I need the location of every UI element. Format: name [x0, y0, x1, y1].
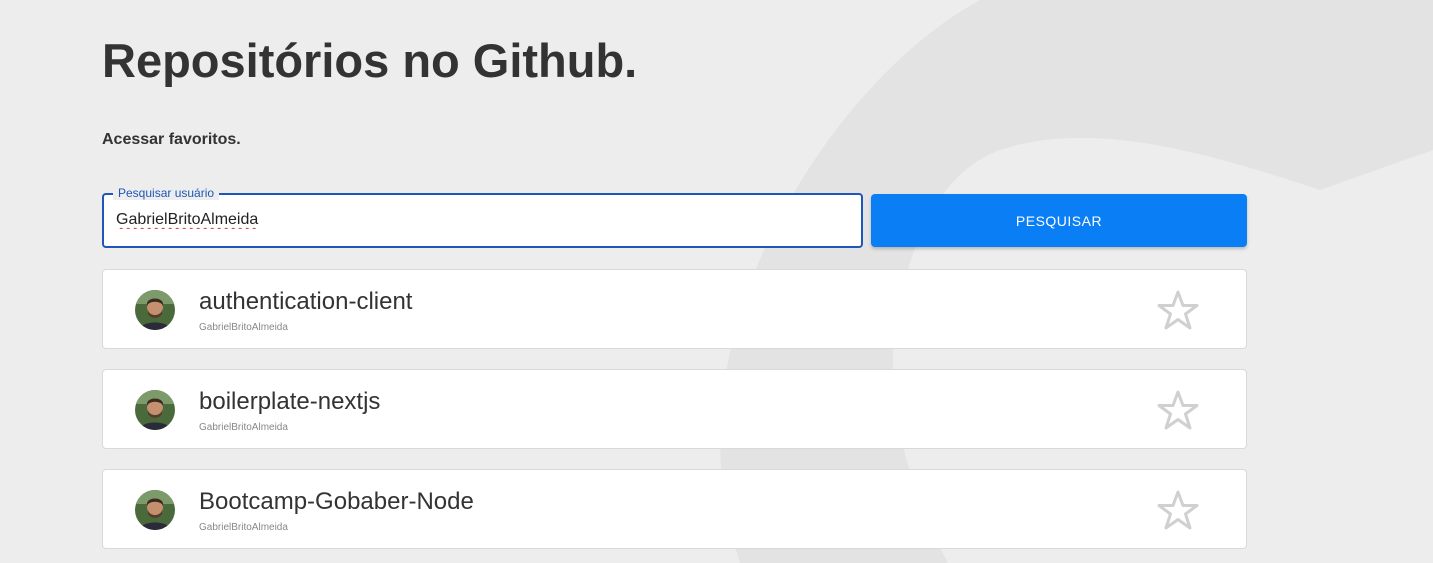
repo-name[interactable]: authentication-client	[199, 288, 412, 316]
repo-name[interactable]: boilerplate-nextjs	[199, 388, 380, 416]
repo-card[interactable]: Bootcamp-Gobaber-Node GabrielBritoAlmeid…	[102, 469, 1247, 549]
repo-name[interactable]: Bootcamp-Gobaber-Node	[199, 488, 474, 516]
favorites-link[interactable]: Acessar favoritos.	[102, 131, 241, 149]
search-input[interactable]	[116, 208, 836, 232]
star-outline-icon[interactable]	[1157, 489, 1199, 531]
star-outline-icon[interactable]	[1157, 289, 1199, 331]
avatar	[135, 390, 175, 430]
page-title: Repositórios no Github.	[102, 34, 638, 87]
avatar	[135, 490, 175, 530]
star-outline-icon[interactable]	[1157, 389, 1199, 431]
repo-card[interactable]: authentication-client GabrielBritoAlmeid…	[102, 269, 1247, 349]
avatar	[135, 290, 175, 330]
repo-owner: GabrielBritoAlmeida	[199, 522, 288, 533]
repo-owner: GabrielBritoAlmeida	[199, 422, 288, 433]
repo-owner: GabrielBritoAlmeida	[199, 322, 288, 333]
search-user-field[interactable]: Pesquisar usuário	[102, 186, 863, 248]
repo-card[interactable]: boilerplate-nextjs GabrielBritoAlmeida	[102, 369, 1247, 449]
search-button[interactable]: PESQUISAR	[871, 194, 1247, 247]
search-field-label: Pesquisar usuário	[113, 186, 220, 200]
